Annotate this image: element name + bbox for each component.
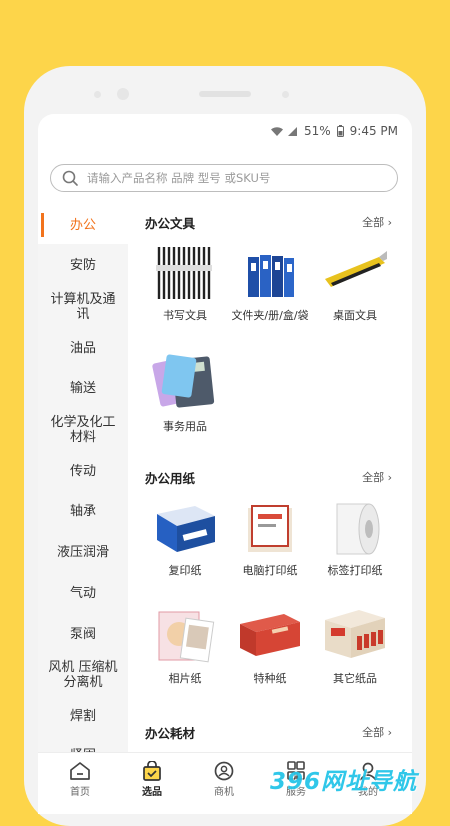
category-item-label-paper[interactable]: 标签打印纸: [310, 498, 400, 577]
label-roll-icon: [336, 503, 380, 555]
chevron-right-icon: ›: [387, 726, 392, 739]
section-header-paper: 办公用纸 全部 ›: [128, 468, 412, 488]
category-item-other-paper[interactable]: 其它纸品: [310, 606, 400, 685]
copy-paper-icon: [157, 506, 215, 552]
category-content: 办公文具 全部 › 书写文具 文件夹/册/盒/袋 桌面文具 事务用品 办公用纸 …: [128, 206, 412, 752]
sidebar-item-bearings[interactable]: 轴承: [38, 491, 128, 532]
app-screen: 51% 9:45 PM 办公 安防 计算机及通讯 油品 输送 化学及化工材料 传…: [38, 114, 412, 814]
opportunity-icon: [214, 761, 234, 781]
category-item-special-paper[interactable]: 特种纸: [225, 606, 315, 685]
category-item-business[interactable]: 事务用品: [140, 350, 230, 433]
phone-sensor-right: [282, 91, 289, 98]
battery-icon: [336, 125, 344, 137]
sidebar-item-oils[interactable]: 油品: [38, 327, 128, 369]
search-bar[interactable]: [50, 164, 398, 192]
battery-percent: 51%: [303, 124, 331, 138]
shopping-bag-icon: [143, 761, 161, 781]
special-paper-icon: [240, 614, 300, 656]
sidebar-item-chemicals[interactable]: 化学及化工材料: [38, 408, 128, 451]
watermark-logo: 396网址导航: [270, 769, 418, 795]
other-paper-icon: [325, 610, 385, 658]
category-item-folders[interactable]: 文件夹/册/盒/袋: [225, 243, 315, 322]
status-bar: 51% 9:45 PM: [270, 123, 398, 139]
sidebar-item-security[interactable]: 安防: [38, 244, 128, 287]
sidebar-item-fasteners[interactable]: 紧固: [38, 737, 128, 753]
printer-paper-icon: [248, 505, 292, 552]
tab-opportunity[interactable]: 商机: [194, 753, 254, 798]
category-item-photo-paper[interactable]: 相片纸: [140, 606, 230, 685]
section-title: 办公文具: [145, 216, 196, 231]
section-title: 办公耗材: [145, 726, 196, 741]
sidebar-item-conveying[interactable]: 输送: [38, 369, 128, 408]
chevron-right-icon: ›: [387, 471, 392, 484]
sidebar-item-fans-compressors[interactable]: 风机 压缩机分离机: [38, 654, 128, 696]
category-sidebar: 办公 安防 计算机及通讯 油品 输送 化学及化工材料 传动 轴承 液压润滑 气动…: [38, 206, 128, 752]
status-time: 9:45 PM: [349, 124, 398, 138]
category-item-writing[interactable]: 书写文具: [140, 243, 230, 322]
pens-icon: [156, 247, 212, 299]
binders-icon: [248, 255, 294, 297]
phone-sensor-left: [94, 91, 101, 98]
category-item-computer-paper[interactable]: 电脑打印纸: [225, 498, 315, 577]
chevron-right-icon: ›: [387, 216, 392, 229]
view-all-link[interactable]: 全部 ›: [362, 724, 392, 740]
sidebar-item-welding[interactable]: 焊割: [38, 696, 128, 737]
search-input[interactable]: [85, 170, 379, 186]
sidebar-item-pneumatics[interactable]: 气动: [38, 573, 128, 614]
tab-select[interactable]: 选品: [122, 753, 182, 798]
sidebar-item-computers[interactable]: 计算机及通讯: [38, 287, 128, 327]
cutter-icon: [325, 251, 387, 287]
sidebar-item-pumps-valves[interactable]: 泵阀: [38, 614, 128, 654]
view-all-link[interactable]: 全部 ›: [362, 214, 392, 230]
category-item-copy-paper[interactable]: 复印纸: [140, 498, 230, 577]
photo-paper-icon: [158, 611, 215, 663]
phone-speaker: [199, 91, 251, 97]
phone-camera: [117, 88, 129, 100]
wifi-icon: [270, 126, 283, 136]
sidebar-item-office[interactable]: 办公: [38, 206, 128, 244]
category-item-desk[interactable]: 桌面文具: [310, 243, 400, 322]
view-all-link[interactable]: 全部 ›: [362, 469, 392, 485]
search-icon: [62, 170, 78, 186]
home-icon: [70, 762, 90, 780]
section-header-stationery: 办公文具 全部 ›: [128, 213, 412, 233]
calculators-icon: [152, 354, 215, 408]
section-title: 办公用纸: [145, 471, 196, 486]
sidebar-item-transmission[interactable]: 传动: [38, 451, 128, 491]
section-header-consumables: 办公耗材 全部 ›: [128, 723, 412, 743]
signal-icon: [287, 126, 297, 136]
sidebar-item-hydraulics[interactable]: 液压润滑: [38, 532, 128, 573]
tab-home[interactable]: 首页: [50, 753, 110, 798]
